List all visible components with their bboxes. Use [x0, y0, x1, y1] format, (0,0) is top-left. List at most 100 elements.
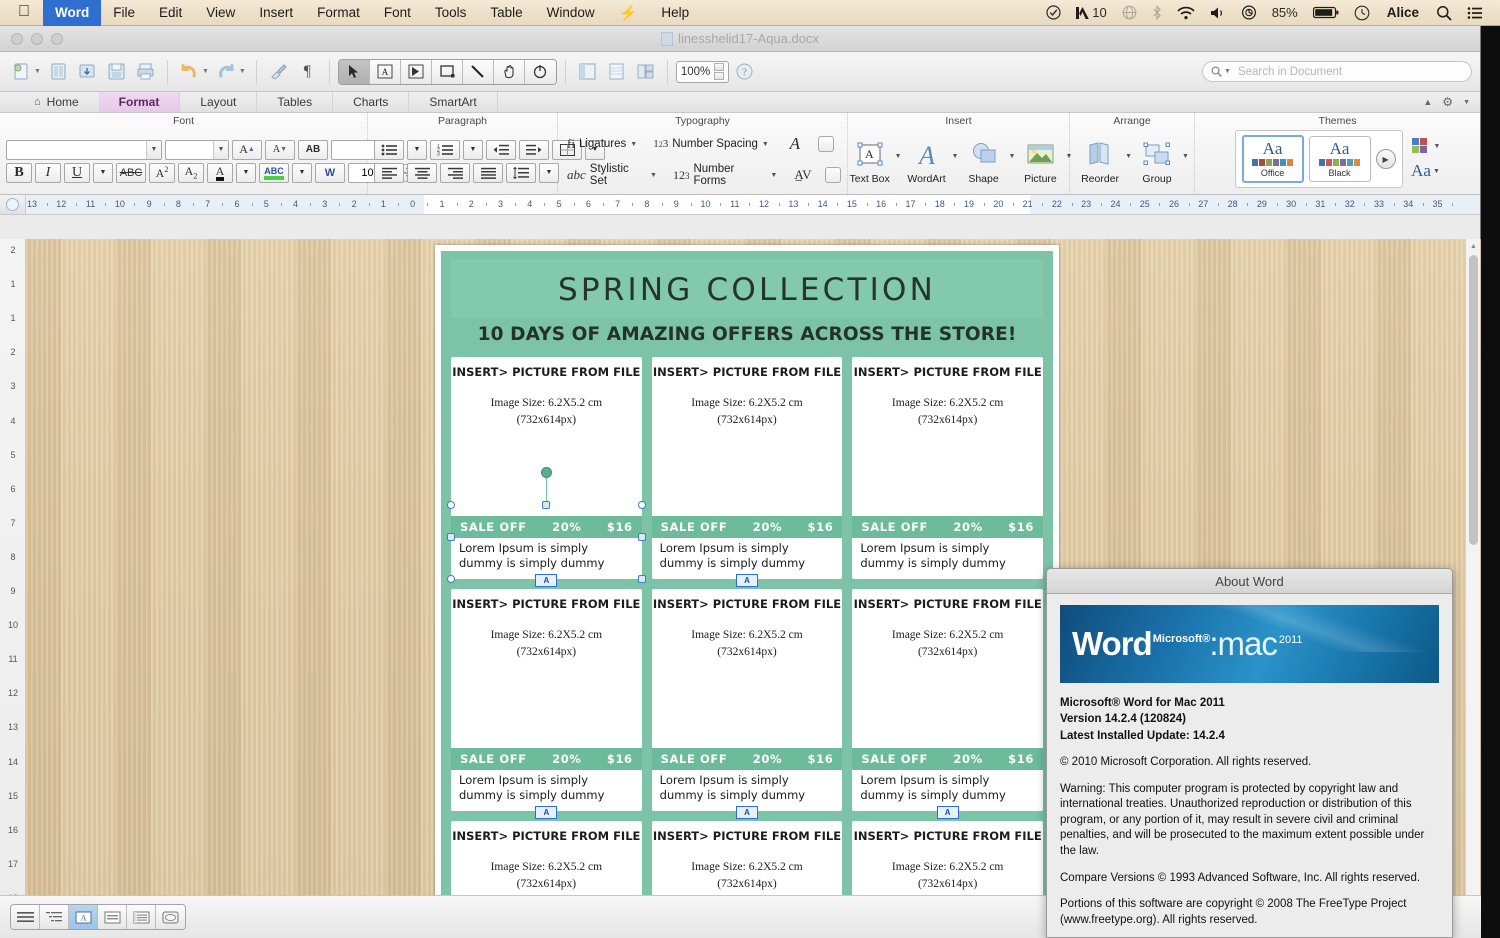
group-caret-icon[interactable]: ▼: [1182, 153, 1189, 160]
menu-item-insert[interactable]: Insert: [247, 0, 305, 26]
kerning-checkbox[interactable]: [825, 167, 841, 183]
shape-caret-icon[interactable]: ▼: [1009, 153, 1016, 160]
bluetooth-icon[interactable]: [1145, 0, 1169, 26]
tab-smartart[interactable]: SmartArt: [409, 92, 498, 112]
sale-banner[interactable]: SALE OFF 20% $16: [651, 747, 843, 770]
sale-banner[interactable]: SALE OFF 20% $16: [852, 747, 1043, 770]
highlight-caret-icon[interactable]: ▼: [292, 162, 312, 183]
numbered-list-button[interactable]: 123: [430, 139, 460, 160]
wordart-caret-icon[interactable]: ▼: [952, 153, 959, 160]
line-spacing-caret-icon[interactable]: ▼: [539, 162, 559, 183]
resize-handle-top-right[interactable]: [637, 501, 646, 509]
undo-icon[interactable]: [176, 59, 203, 85]
menu-item-font[interactable]: Font: [372, 0, 423, 26]
shrink-font-button[interactable]: A ▼: [265, 139, 295, 160]
product-description[interactable]: Lorem Ipsum is simply dummy is simply du…: [852, 770, 1043, 811]
subscript-button[interactable]: A2: [178, 162, 204, 183]
print-icon[interactable]: [132, 59, 159, 85]
stylistic-alternate-icon[interactable]: A: [782, 134, 808, 154]
font-size-field[interactable]: ▼: [165, 139, 229, 160]
menu-item-format[interactable]: Format: [305, 0, 372, 26]
bulleted-list-button[interactable]: [374, 139, 404, 160]
linked-text-box-tool-icon[interactable]: [400, 59, 432, 84]
apple-logo-icon[interactable]: : [0, 3, 43, 20]
product-card[interactable]: INSERT> PICTURE FROM FILE Image Size: 6.2…: [852, 589, 1043, 819]
menu-item-view[interactable]: View: [194, 0, 247, 26]
product-description[interactable]: Lorem Ipsum is simply dummy is simply du…: [652, 538, 843, 579]
reorder-button[interactable]: Reorder: [1075, 137, 1125, 185]
resize-handle-top-left[interactable]: [447, 501, 455, 509]
font-name-caret-icon[interactable]: ▼: [146, 140, 161, 159]
document-page[interactable]: SPRING COLLECTION 10 DAYS OF AMAZING OFF…: [435, 245, 1059, 921]
bulleted-list-caret-icon[interactable]: ▼: [407, 139, 427, 160]
number-forms-caret-icon[interactable]: ▼: [770, 172, 777, 179]
strikethrough-button[interactable]: ABC: [116, 162, 146, 183]
wifi-icon[interactable]: [1170, 0, 1202, 26]
horizontal-ruler[interactable]: 13 12 11 10 9 8 7 6 5 4 3 2 1 0 1 2 3 4 5 6 7 8 9 10 11 12 13 14 15 1…: [26, 195, 1480, 214]
product-description[interactable]: Lorem Ipsum is simply dummy is simply du…: [652, 770, 843, 811]
resize-handle-middle-right[interactable]: [637, 533, 646, 541]
superscript-button[interactable]: A2: [149, 162, 175, 183]
gallery-icon[interactable]: [632, 59, 659, 85]
clock-icon[interactable]: [1347, 0, 1377, 26]
align-center-button[interactable]: [407, 162, 437, 183]
menu-item-edit[interactable]: Edit: [147, 0, 194, 26]
grow-font-button[interactable]: A ▲: [232, 139, 262, 160]
save-icon[interactable]: [103, 59, 130, 85]
globe-icon[interactable]: [1115, 0, 1144, 26]
decrease-indent-button[interactable]: [486, 139, 516, 160]
view-print-layout-button[interactable]: [98, 905, 127, 929]
insert-text-box-button[interactable]: A Text Box: [845, 137, 895, 185]
menu-item-table[interactable]: Table: [478, 0, 534, 26]
menu-item-window[interactable]: Window: [535, 0, 607, 26]
underline-button[interactable]: U: [64, 162, 90, 183]
resize-handle-bottom-right[interactable]: [637, 575, 646, 583]
theme-fonts-caret-icon[interactable]: ▼: [1433, 168, 1440, 175]
font-color-button[interactable]: A: [207, 162, 233, 183]
battery-icon[interactable]: [1306, 0, 1346, 26]
view-publishing-layout-button[interactable]: A: [69, 905, 98, 929]
search-spotlight-icon[interactable]: [1429, 0, 1459, 26]
kerning-icon[interactable]: A̲V: [790, 165, 815, 185]
font-color-caret-icon[interactable]: ▼: [236, 162, 256, 183]
group-button[interactable]: Group: [1132, 137, 1182, 185]
open-recent-icon[interactable]: [74, 59, 101, 85]
flyer-subtitle[interactable]: 10 DAYS OF AMAZING OFFERS ACROSS THE STO…: [451, 318, 1043, 357]
theme-office[interactable]: Aa Office: [1241, 135, 1304, 183]
text-box-tool-icon[interactable]: A: [369, 59, 401, 84]
reorder-caret-icon[interactable]: ▼: [1125, 153, 1132, 160]
number-spacing-caret-icon[interactable]: ▼: [762, 141, 769, 148]
product-card[interactable]: INSERT> PICTURE FROM FILE Image Size: 6.2…: [651, 357, 843, 587]
view-notebook-layout-button[interactable]: [127, 905, 156, 929]
italic-button[interactable]: I: [35, 162, 61, 183]
text-scale-button[interactable]: W: [315, 162, 345, 183]
line-spacing-button[interactable]: [506, 162, 536, 183]
theme-colors-control[interactable]: ▼: [1411, 137, 1440, 155]
undo-caret-icon[interactable]: ▼: [202, 68, 209, 75]
menu-item-word[interactable]: Word: [43, 0, 102, 26]
tab-format[interactable]: Format: [98, 92, 181, 112]
new-document-caret-icon[interactable]: ▼: [34, 68, 41, 75]
product-description[interactable]: Lorem Ipsum is simply dummy is simply du…: [451, 770, 642, 811]
font-name-field[interactable]: ▼: [6, 139, 162, 160]
product-card[interactable]: INSERT> PICTURE FROM FILE Image Size: 6.2…: [451, 589, 642, 819]
align-right-button[interactable]: [440, 162, 470, 183]
highlight-button[interactable]: ABC: [259, 162, 289, 183]
flyer-title[interactable]: SPRING COLLECTION: [451, 259, 1043, 318]
select-arrow-tool-icon[interactable]: [338, 59, 370, 84]
format-painter-icon[interactable]: [265, 59, 292, 85]
view-outline-button[interactable]: [40, 905, 69, 929]
underline-caret-icon[interactable]: ▼: [93, 162, 113, 183]
new-document-icon[interactable]: [8, 59, 35, 85]
ruler-corner-control[interactable]: [0, 195, 26, 214]
notification-center-icon[interactable]: [1460, 0, 1490, 26]
sale-banner[interactable]: SALE OFF 20% $16: [451, 747, 642, 770]
view-focus-button[interactable]: [156, 905, 185, 929]
zoom-stepper[interactable]: [714, 63, 725, 80]
resize-handle-top-center[interactable]: [542, 501, 551, 509]
stylistic-set-caret-icon[interactable]: ▼: [650, 172, 657, 179]
numbered-list-caret-icon[interactable]: ▼: [463, 139, 483, 160]
bold-button[interactable]: B: [6, 162, 32, 183]
search-input[interactable]: ▼ Search in Document: [1202, 61, 1472, 82]
redo-caret-icon[interactable]: ▼: [239, 68, 246, 75]
